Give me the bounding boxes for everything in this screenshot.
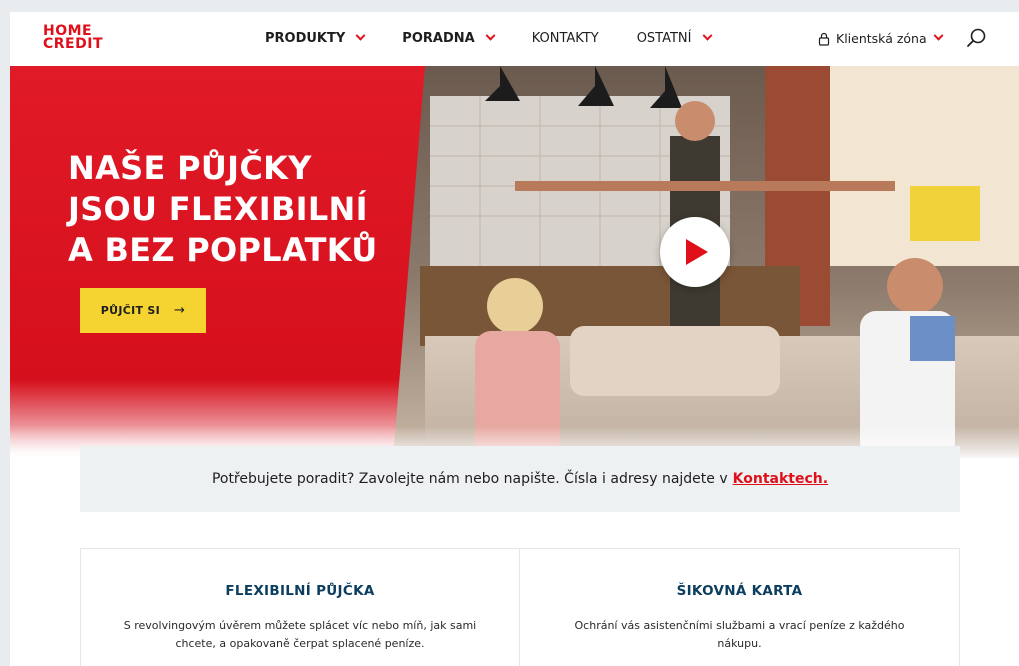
hero-title-line-3: A BEZ POPLATKŮ <box>68 231 378 269</box>
nav-label: KONTAKTY <box>531 31 599 46</box>
play-icon <box>686 239 708 265</box>
contact-info-text: Potřebujete poradit? Zavolejte nám nebo … <box>211 471 728 487</box>
product-card-flexibilni-pujcka[interactable]: FLEXIBILNÍ PŮJČKA S revolvingovým úvěrem… <box>80 548 520 666</box>
chevron-down-icon <box>702 30 712 41</box>
logo-line-2: CREDIT <box>43 36 103 52</box>
home-credit-logo[interactable]: HOME CREDIT <box>43 24 103 52</box>
nav-label: PORADNA <box>402 31 475 46</box>
main-nav: PRODUKTY PORADNA KONTAKTY OSTATNÍ <box>265 30 749 46</box>
nav-item-poradna[interactable]: PORADNA <box>402 30 496 46</box>
arrow-right-icon: → <box>174 303 186 318</box>
contact-info-bar: Potřebujete poradit? Zavolejte nám nebo … <box>80 446 960 512</box>
contacts-link[interactable]: Kontaktech. <box>733 471 828 487</box>
card-text: S revolvingovým úvěrem můžete splácet ví… <box>123 619 477 650</box>
hero-banner: NAŠE PŮJČKY JSOU FLEXIBILNÍ A BEZ POPLAT… <box>10 66 1019 458</box>
card-text: Ochrání vás asistenčními službami a vrac… <box>574 619 905 650</box>
product-card-sikovna-karta[interactable]: ŠIKOVNÁ KARTA Ochrání vás asistenčními s… <box>520 548 960 666</box>
product-cards: FLEXIBILNÍ PŮJČKA S revolvingovým úvěrem… <box>80 548 960 666</box>
chevron-down-icon <box>485 30 496 41</box>
nav-item-kontakty[interactable]: KONTAKTY <box>532 31 599 46</box>
hero-title: NAŠE PŮJČKY JSOU FLEXIBILNÍ A BEZ POPLAT… <box>68 148 398 271</box>
lock-icon <box>818 32 830 46</box>
borrow-button[interactable]: PŮJČIT SI → <box>80 288 206 333</box>
play-video-button[interactable] <box>660 217 730 287</box>
client-zone-menu[interactable]: Klientská zóna <box>818 30 944 46</box>
site-header: HOME CREDIT PRODUKTY PORADNA KONTAKTY OS… <box>10 12 1019 66</box>
nav-item-ostatni[interactable]: OSTATNÍ <box>636 30 712 46</box>
hero-title-line-2: JSOU FLEXIBILNÍ <box>68 190 368 228</box>
card-title[interactable]: ŠIKOVNÁ KARTA <box>520 583 959 599</box>
borrow-button-label: PŮJČIT SI <box>100 304 161 317</box>
nav-label: PRODUKTY <box>265 31 346 46</box>
card-title[interactable]: FLEXIBILNÍ PŮJČKA <box>81 583 519 599</box>
chevron-down-icon <box>933 30 944 41</box>
nav-label: OSTATNÍ <box>636 31 692 46</box>
search-icon[interactable] <box>965 27 987 49</box>
browser-frame: HOME CREDIT PRODUKTY PORADNA KONTAKTY OS… <box>0 0 1019 666</box>
client-zone-label: Klientská zóna <box>836 31 927 46</box>
chevron-down-icon <box>355 30 366 41</box>
page: HOME CREDIT PRODUKTY PORADNA KONTAKTY OS… <box>10 12 1019 666</box>
hero-title-line-1: NAŠE PŮJČKY <box>68 149 312 187</box>
nav-item-produkty[interactable]: PRODUKTY <box>265 30 366 46</box>
